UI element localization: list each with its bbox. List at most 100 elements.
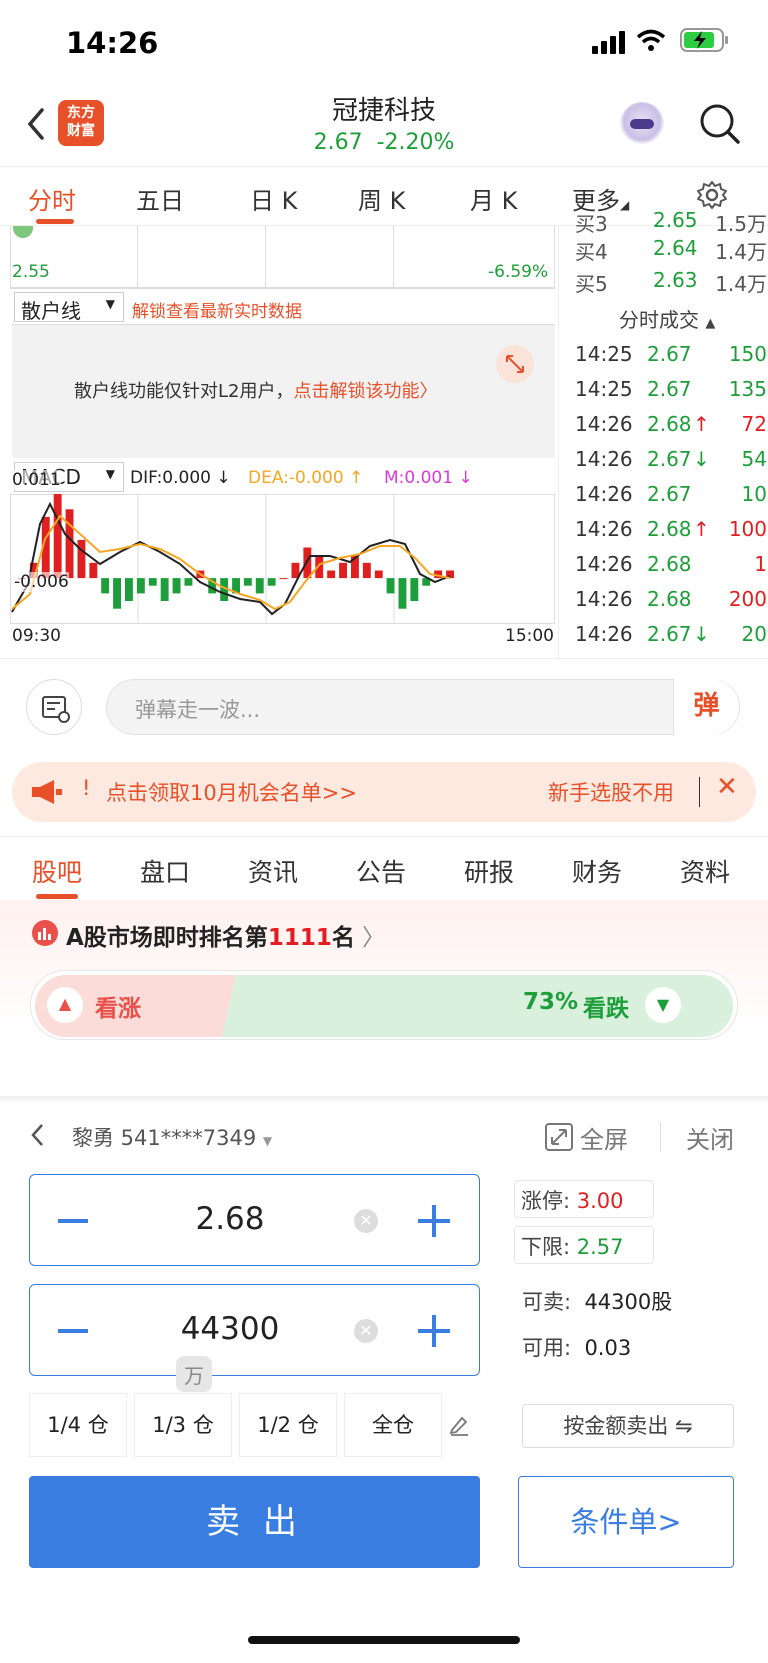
account-selector[interactable]: 黎勇 541****7349 ▼ xyxy=(72,1122,272,1152)
danmu-settings-icon[interactable] xyxy=(26,679,82,735)
quantity-stepper[interactable]: 44300 ✕ xyxy=(29,1284,480,1376)
limit-down-label: 下限: xyxy=(521,1235,571,1259)
ranking-number: 1111 xyxy=(267,925,332,951)
tab-profile[interactable]: 资料 xyxy=(680,853,730,889)
trade-time: 14:26 xyxy=(575,517,633,541)
macd-bar xyxy=(410,578,419,601)
tab-finance[interactable]: 财务 xyxy=(572,853,622,889)
tab-weekly-k[interactable]: 周 K xyxy=(358,181,405,216)
banner-text: 点击领取10月机会名单>> xyxy=(106,781,357,805)
trade-price: 2.67 xyxy=(647,482,692,506)
macd-bar xyxy=(386,578,395,594)
unlock-feature-link[interactable]: 点击解锁该功能〉 xyxy=(293,381,437,402)
trade-volume: 200 xyxy=(728,587,767,611)
ratio-half-button[interactable]: 1/2 仓 xyxy=(239,1393,337,1457)
trade-row: 14:26 2.67 ↓ 54 xyxy=(567,447,767,481)
fullscreen-button[interactable]: 全屏 xyxy=(580,1120,628,1155)
danmu-placeholder: 弹幕走一波... xyxy=(135,698,261,722)
trade-arrow-icon: ↓ xyxy=(693,622,710,646)
trade-price: 2.67 xyxy=(647,342,692,366)
caret-up-icon: ▲ xyxy=(705,316,716,331)
settings-gear-icon[interactable] xyxy=(696,179,728,211)
tab-monthly-k[interactable]: 月 K xyxy=(470,181,517,216)
sell-order-panel: 黎勇 541****7349 ▼ 全屏 关闭 2.68 ✕ 44300 ✕ 万 … xyxy=(0,1096,768,1663)
retail-line-label: 散户线 xyxy=(21,299,81,323)
account-back-icon[interactable] xyxy=(28,1120,48,1150)
megaphone-icon xyxy=(32,780,62,804)
trades-title[interactable]: 分时成交 ▲ xyxy=(619,304,715,333)
bid-volume: 1.4万 xyxy=(715,240,767,264)
edit-icon[interactable] xyxy=(448,1414,470,1436)
unlock-realtime-link[interactable]: 解锁查看最新实时数据 xyxy=(132,297,302,322)
bid-volume: 1.4万 xyxy=(715,272,767,296)
close-button[interactable]: 关闭 xyxy=(686,1120,734,1155)
promo-banner[interactable]: ! 点击领取10月机会名单>> 新手选股不用 ✕ xyxy=(12,762,756,822)
tab-news[interactable]: 资讯 xyxy=(248,853,298,889)
bid-price: 2.63 xyxy=(653,268,698,292)
trade-row: 14:26 2.67 ↓ 20 xyxy=(567,622,767,656)
dropdown-arrow-icon: ▼ xyxy=(105,467,115,481)
tab-daily-k[interactable]: 日 K xyxy=(250,181,297,216)
trade-arrow-icon: ↑ xyxy=(693,412,710,436)
trade-price: 2.67 xyxy=(647,622,692,646)
macd-bar xyxy=(89,562,98,579)
bearish-arrow-icon: ▼ xyxy=(645,987,681,1023)
signal-icon xyxy=(592,30,626,54)
retail-line-dropdown[interactable]: 散户线 ▼ xyxy=(14,292,124,323)
ratio-full-button[interactable]: 全仓 xyxy=(344,1393,442,1457)
limit-up-value[interactable]: 3.00 xyxy=(577,1189,624,1213)
fullscreen-icon[interactable] xyxy=(544,1122,574,1152)
trade-volume: 72 xyxy=(741,412,767,436)
macd-bar xyxy=(243,578,252,586)
ranking-text[interactable]: A股市场即时排名第1111名 〉 xyxy=(66,918,385,952)
tab-intraday[interactable]: 分时 xyxy=(28,181,76,216)
order-book-panel: 买3 2.65 1.5万 买4 2.64 1.4万 买5 2.63 1.4万 分… xyxy=(558,208,768,658)
trade-time: 14:25 xyxy=(575,342,633,366)
plus-icon[interactable] xyxy=(418,1205,450,1237)
trade-time: 14:26 xyxy=(575,412,633,436)
trade-time: 14:26 xyxy=(575,587,633,611)
conditional-order-button[interactable]: 条件单> xyxy=(518,1476,734,1568)
trade-row: 14:26 2.68 200 xyxy=(567,587,767,621)
sell-button[interactable]: 卖 出 xyxy=(29,1476,480,1568)
assistant-robot-icon[interactable] xyxy=(620,102,664,146)
ranking-suffix: 名 xyxy=(331,925,355,951)
content-tabs: 股吧 盘口 资讯 公告 研报 财务 资料 xyxy=(0,836,768,900)
trade-row: 14:26 2.68 1 xyxy=(567,552,767,586)
macd-bar xyxy=(315,555,324,579)
limit-up-box: 涨停: 3.00 xyxy=(514,1180,654,1218)
tab-pankou[interactable]: 盘口 xyxy=(140,853,190,889)
account-label: 黎勇 541****7349 xyxy=(72,1126,257,1150)
macd-bar xyxy=(101,578,110,594)
limit-down-value[interactable]: 2.57 xyxy=(577,1235,624,1259)
stock-price: 2.67 xyxy=(313,130,363,155)
danmu-input[interactable]: 弹幕走一波... 弹 xyxy=(106,679,740,735)
trade-price: 2.67 xyxy=(647,447,692,471)
tab-five-day[interactable]: 五日 xyxy=(136,181,184,216)
plus-icon[interactable] xyxy=(418,1315,450,1347)
search-icon[interactable] xyxy=(698,102,742,146)
tab-announcements[interactable]: 公告 xyxy=(356,853,406,889)
price-chart-tail xyxy=(10,226,555,288)
macd-bar xyxy=(77,539,86,579)
sell-by-amount-button[interactable]: 按金额卖出 ⇋ xyxy=(522,1404,734,1448)
battery-icon xyxy=(680,28,728,52)
danmu-send-button[interactable]: 弹 xyxy=(673,679,739,735)
tab-guba[interactable]: 股吧 xyxy=(32,853,82,889)
clear-icon[interactable]: ✕ xyxy=(354,1209,378,1233)
expand-icon[interactable] xyxy=(496,345,534,383)
macd-bar xyxy=(267,578,276,586)
stock-change: -2.20% xyxy=(376,130,455,155)
tab-research[interactable]: 研报 xyxy=(464,853,514,889)
macd-indicator-bar: MACD ▼ DIF:0.000 ↓ DEA:-0.000 ↑ M:0.001 … xyxy=(10,460,555,492)
intraday-chart[interactable]: 2.55 -6.59% 散户线 ▼ 解锁查看最新实时数据 散户线功能仅针对L2用… xyxy=(0,226,556,658)
trade-volume: 100 xyxy=(728,517,767,541)
clear-icon[interactable]: ✕ xyxy=(354,1319,378,1343)
ratio-quarter-button[interactable]: 1/4 仓 xyxy=(29,1393,127,1457)
time-end-label: 15:00 xyxy=(505,626,554,646)
price-stepper[interactable]: 2.68 ✕ xyxy=(29,1174,480,1266)
trade-row: 14:25 2.67 135 xyxy=(567,377,767,411)
trade-row: 14:26 2.67 10 xyxy=(567,482,767,516)
ratio-third-button[interactable]: 1/3 仓 xyxy=(134,1393,232,1457)
banner-close-icon[interactable]: ✕ xyxy=(716,772,738,802)
